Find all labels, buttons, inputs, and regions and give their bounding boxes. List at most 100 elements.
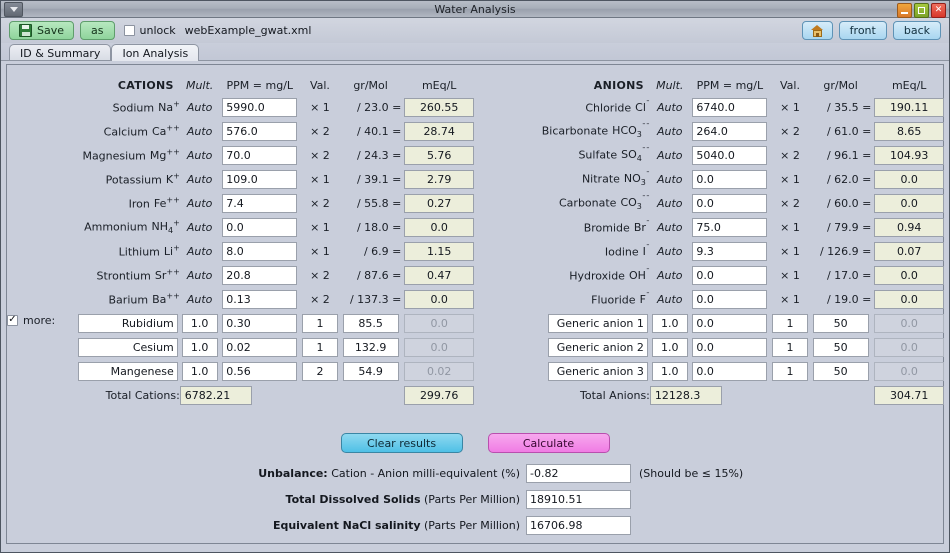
- extra-mult-anion-1[interactable]: [651, 337, 688, 357]
- extra-val-anion-2[interactable]: [771, 361, 808, 381]
- extra-grmol-anion-2[interactable]: [812, 361, 869, 381]
- extra-mult-cation-2[interactable]: [181, 361, 218, 381]
- more-cations-checkbox[interactable]: [7, 314, 18, 326]
- grmol-anion-7: / 17.0 =: [826, 268, 872, 282]
- close-icon[interactable]: ✕: [931, 3, 946, 18]
- unbalance-label: Unbalance: Cation - Anion milli-equivale…: [7, 467, 526, 480]
- mult-anion-5: Auto: [656, 220, 683, 234]
- ppm-input-cation-7[interactable]: [222, 265, 298, 285]
- extra-val-anion-1[interactable]: [771, 337, 808, 357]
- unbalance-note: (Should be ≤ 15%): [639, 467, 744, 480]
- ppm-input-cation-8[interactable]: [222, 289, 298, 309]
- grmol-anion-1: / 61.0 =: [826, 124, 872, 138]
- extra-ppm-anion-1[interactable]: [692, 337, 768, 357]
- table-row: FluorideF¯ Auto × 1 / 19.0 =0.0: [477, 287, 947, 311]
- col-header-val-anions: Val.: [780, 78, 800, 92]
- extra-name-cation-2[interactable]: [77, 361, 178, 381]
- extra-grmol-anion-1[interactable]: [812, 337, 869, 357]
- maximize-icon[interactable]: [914, 3, 929, 18]
- total-label-cations: Total Cations:: [105, 388, 180, 402]
- clear-results-label: Clear results: [366, 436, 437, 450]
- extra-val-anion-0[interactable]: [771, 313, 808, 333]
- ppm-input-cation-0[interactable]: [222, 97, 298, 117]
- extra-mult-cation-1[interactable]: [181, 337, 218, 357]
- window-menu-icon[interactable]: [4, 1, 23, 17]
- extra-mult-cation-0[interactable]: [181, 313, 218, 333]
- ion-label-anion-0: Chloride Cl¯: [585, 99, 650, 115]
- unlock-checkbox[interactable]: [123, 25, 135, 36]
- extra-name-cation-1[interactable]: [77, 337, 178, 357]
- extra-name-anion-2[interactable]: [547, 361, 648, 381]
- tab-ion-analysis[interactable]: Ion Analysis: [111, 44, 200, 61]
- ppm-input-cation-2[interactable]: [222, 145, 298, 165]
- valence-anion-8: × 1: [780, 292, 800, 306]
- grmol-cation-2: / 24.3 =: [356, 148, 402, 162]
- grmol-anion-5: / 79.9 =: [826, 220, 872, 234]
- nacl-label-bold: Equivalent NaCl salinity: [272, 519, 421, 532]
- ppm-input-anion-5[interactable]: [692, 217, 768, 237]
- extra-val-cation-1[interactable]: [301, 337, 338, 357]
- table-row: ChlorideCl¯ Auto × 1 / 35.5 =190.11: [477, 95, 947, 119]
- extra-ppm-cation-0[interactable]: [222, 313, 298, 333]
- extra-val-cation-2[interactable]: [301, 361, 338, 381]
- ppm-input-cation-5[interactable]: [222, 217, 298, 237]
- ppm-input-cation-6[interactable]: [222, 241, 298, 261]
- extra-name-cation-0[interactable]: [77, 313, 178, 333]
- home-button[interactable]: [801, 21, 833, 40]
- meq-output-cation-5: 0.0: [404, 217, 475, 237]
- extra-mult-anion-2[interactable]: [651, 361, 688, 381]
- meq-output-anion-7: 0.0: [874, 265, 945, 285]
- calculate-button[interactable]: Calculate: [487, 433, 610, 453]
- clear-results-button[interactable]: Clear results: [340, 433, 463, 453]
- extra-ppm-anion-2[interactable]: [692, 361, 768, 381]
- extra-name-anion-1[interactable]: [547, 337, 648, 357]
- unbalance-row: Unbalance: Cation - Anion milli-equivale…: [7, 464, 943, 483]
- save-button[interactable]: Save: [9, 21, 75, 40]
- ppm-input-cation-1[interactable]: [222, 121, 298, 141]
- back-button[interactable]: back: [892, 21, 941, 40]
- col-header-mult-cations: Mult.: [185, 78, 214, 92]
- mult-anion-6: Auto: [656, 244, 683, 258]
- extra-grmol-cation-0[interactable]: [342, 313, 399, 333]
- extra-ppm-cation-2[interactable]: [222, 361, 298, 381]
- front-button[interactable]: front: [838, 21, 887, 40]
- ppm-input-anion-2[interactable]: [692, 145, 768, 165]
- minimize-icon[interactable]: [897, 3, 912, 18]
- tab-bar: ID & Summary Ion Analysis: [1, 43, 949, 61]
- valence-cation-6: × 1: [310, 244, 330, 258]
- results-section: Clear results Calculate Unbalance: Catio…: [7, 433, 943, 542]
- ion-label-anion-1: Bicarbonate HCO3¯¯: [541, 122, 650, 140]
- tab-id-summary[interactable]: ID & Summary: [9, 44, 112, 61]
- valence-anion-7: × 1: [780, 268, 800, 282]
- grmol-anion-0: / 35.5 =: [826, 100, 872, 114]
- ppm-input-anion-7[interactable]: [692, 265, 768, 285]
- mult-cation-1: Auto: [186, 124, 213, 138]
- ppm-input-anion-0[interactable]: [692, 97, 768, 117]
- ion-label-cation-2: Magnesium Mg++: [82, 147, 180, 163]
- ion-label-cation-5: Ammonium NH4+: [84, 218, 180, 236]
- extra-grmol-anion-0[interactable]: [812, 313, 869, 333]
- water-analysis-window: Water Analysis ✕ Save as unlock webExamp…: [0, 0, 950, 553]
- save-as-button[interactable]: as: [80, 21, 115, 40]
- extra-meq-anion-2: 0.0: [874, 361, 945, 381]
- unbalance-field[interactable]: [526, 464, 631, 483]
- meq-output-anion-3: 0.0: [874, 169, 945, 189]
- extra-grmol-cation-2[interactable]: [342, 361, 399, 381]
- extra-name-anion-0[interactable]: [547, 313, 648, 333]
- ppm-input-cation-4[interactable]: [222, 193, 298, 213]
- tds-field[interactable]: [526, 490, 631, 509]
- extra-mult-anion-0[interactable]: [651, 313, 688, 333]
- ppm-input-anion-6[interactable]: [692, 241, 768, 261]
- ppm-input-cation-3[interactable]: [222, 169, 298, 189]
- ppm-input-anion-4[interactable]: [692, 193, 768, 213]
- mult-cation-7: Auto: [186, 268, 213, 282]
- extra-val-cation-0[interactable]: [301, 313, 338, 333]
- extra-grmol-cation-1[interactable]: [342, 337, 399, 357]
- table-row: NitrateNO3¯ Auto × 1 / 62.0 =0.0: [477, 167, 947, 191]
- extra-ppm-anion-0[interactable]: [692, 313, 768, 333]
- extra-ppm-cation-1[interactable]: [222, 337, 298, 357]
- ppm-input-anion-1[interactable]: [692, 121, 768, 141]
- nacl-field[interactable]: [526, 516, 631, 535]
- ppm-input-anion-8[interactable]: [692, 289, 768, 309]
- ppm-input-anion-3[interactable]: [692, 169, 768, 189]
